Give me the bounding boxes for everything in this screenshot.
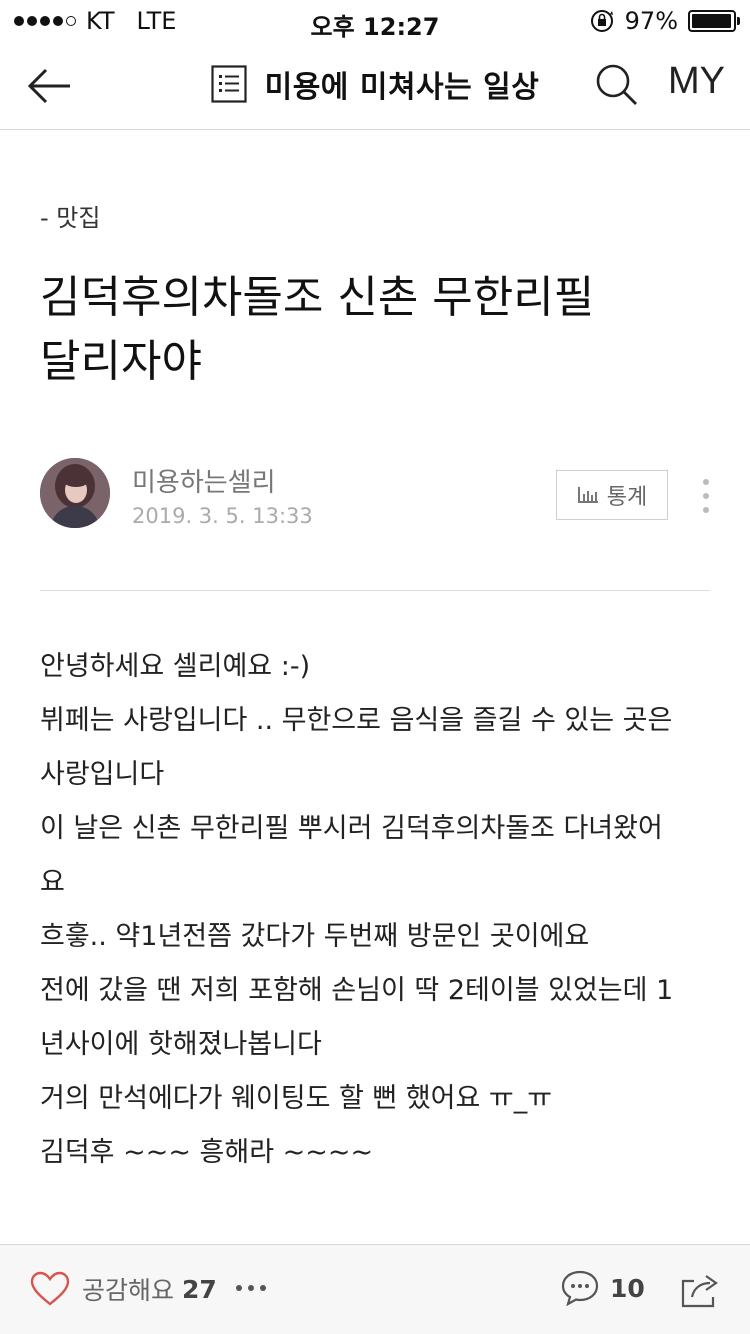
body-line: 안녕하세요 셀리예요 :-): [40, 651, 311, 682]
orientation-lock-icon: [590, 10, 613, 32]
comment-count: 10: [610, 1273, 645, 1303]
body-line: 전에 갔을 땐 저희 포함해 손님이 딱 2테이블 있었는데 1: [40, 975, 674, 1006]
search-icon[interactable]: [594, 62, 640, 108]
body-line: 흐흫.. 약1년전쯤 갔다가 두번째 방문인 곳이에요: [40, 921, 590, 952]
like-label: 공감해요: [82, 1276, 175, 1305]
post-title-line-2: 달리자야: [40, 336, 202, 387]
body-line: 요: [40, 867, 65, 898]
author-name[interactable]: 미용하는셀리: [132, 462, 276, 499]
document-list-icon: [210, 65, 247, 103]
like-button[interactable]: 공감해요 27: [30, 1271, 217, 1307]
battery-icon: [688, 10, 740, 32]
bottom-action-bar: 공감해요 27 10: [0, 1244, 750, 1334]
more-vertical-icon[interactable]: [700, 476, 712, 516]
more-horizontal-icon[interactable]: [236, 1285, 266, 1291]
stats-button[interactable]: 통계: [556, 470, 668, 520]
avatar-image: [40, 458, 110, 528]
bar-chart-icon: [577, 487, 598, 503]
body-line: 사랑입니다: [40, 759, 165, 790]
status-right: 97%: [589, 7, 740, 35]
status-bar: KT LTE 오후 12:27 97%: [0, 0, 750, 41]
battery-percent: 97%: [624, 7, 678, 35]
stats-label: 통계: [606, 485, 648, 510]
my-button[interactable]: MY: [668, 60, 725, 103]
body-line: 이 날은 신촌 무한리필 뿌시러 김덕후의차돌조 다녀왔어: [40, 813, 663, 844]
header-divider: [40, 590, 710, 591]
post-body: 안녕하세요 셀리예요 :-) 뷔페는 사랑입니다 .. 무한으로 음식을 즐길 …: [40, 640, 710, 1180]
post-date: 2019. 3. 5. 13:33: [132, 504, 313, 528]
blog-title: 미용에 미쳐사는 일상: [264, 70, 540, 105]
body-line: 년사이에 핫해졌나봅니다: [40, 1029, 322, 1060]
blog-post-page: KT LTE 오후 12:27 97% 미용에 미쳐사는 일상 MY - 맛집 …: [0, 0, 750, 1334]
body-line: 뷔페는 사랑입니다 .. 무한으로 음식을 즐길 수 있는 곳은: [40, 705, 673, 736]
like-count: 27: [182, 1274, 217, 1304]
body-line: 거의 만석에다가 웨이팅도 할 뻔 했어요 ㅠ_ㅠ: [40, 1083, 553, 1114]
author-avatar[interactable]: [40, 458, 110, 528]
battery-fill: [692, 14, 731, 28]
post-title-line-1: 김덕후의차돌조 신촌 무한리필: [40, 272, 595, 323]
comment-icon: [561, 1270, 599, 1307]
comment-button[interactable]: 10: [560, 1269, 645, 1307]
share-icon[interactable]: [680, 1271, 720, 1309]
body-line: 김덕후 ~~~ 흥해라 ~~~~: [40, 1137, 374, 1168]
heart-icon: [30, 1271, 70, 1306]
post-title: 김덕후의차돌조 신촌 무한리필 달리자야: [40, 266, 700, 394]
post-category[interactable]: - 맛집: [40, 198, 100, 233]
top-navigation-bar: 미용에 미쳐사는 일상 MY: [0, 40, 750, 130]
